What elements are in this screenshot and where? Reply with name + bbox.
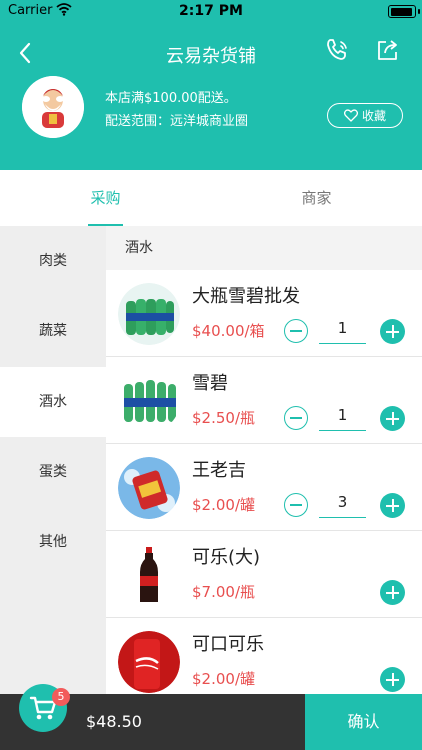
- shop-header: Carrier 2:17 PM 云易杂货铺 本店满$100.00配送。 配送范围…: [0, 0, 422, 170]
- page-title: 云易杂货铺: [166, 46, 256, 67]
- wanglaoji-can-icon: [118, 457, 180, 519]
- category-other[interactable]: 其他: [0, 507, 106, 577]
- product-image: [118, 457, 180, 519]
- product-image: [118, 370, 180, 432]
- increase-button[interactable]: [380, 319, 405, 344]
- product-list: 酒水 大瓶雪碧批发 $40.00/箱 1 雪碧 $2.50/瓶 1 王老吉 $2…: [106, 226, 422, 694]
- tab-purchase[interactable]: 采购: [0, 170, 211, 226]
- favorite-label: 收藏: [361, 109, 386, 123]
- shop-avatar: [22, 76, 84, 138]
- product-image: [118, 544, 180, 606]
- cola-bottle-icon: [118, 544, 180, 606]
- sprite-pack-icon: [118, 283, 180, 345]
- product-row: 王老吉 $2.00/罐 3: [106, 444, 422, 531]
- product-price: $40.00/箱: [192, 322, 265, 340]
- category-drinks[interactable]: 酒水: [0, 367, 106, 437]
- product-row: 可口可乐 $2.00/罐: [106, 618, 422, 694]
- cart-total: $48.50: [86, 712, 142, 731]
- delivery-range: 配送范围：远洋城商业圈: [105, 114, 249, 129]
- status-bar: Carrier 2:17 PM: [0, 0, 422, 22]
- product-name: 雪碧: [192, 373, 228, 394]
- product-row: 可乐(大) $7.00/瓶: [106, 531, 422, 618]
- status-time: 2:17 PM: [179, 3, 243, 19]
- delivery-minimum: 本店满$100.00配送。: [105, 91, 237, 106]
- phone-icon[interactable]: [324, 36, 352, 64]
- shop-mascot-icon: [22, 76, 84, 138]
- decrease-button[interactable]: [284, 406, 308, 430]
- product-name: 王老吉: [192, 460, 246, 481]
- increase-button[interactable]: [380, 667, 405, 692]
- confirm-button[interactable]: 确认: [305, 694, 422, 750]
- product-price: $7.00/瓶: [192, 583, 255, 601]
- quantity-field[interactable]: 3: [319, 488, 366, 518]
- tab-merchant[interactable]: 商家: [211, 170, 422, 226]
- category-eggs[interactable]: 蛋类: [0, 437, 106, 507]
- quantity-field[interactable]: 1: [319, 401, 366, 431]
- tab-bar: 采购 商家: [0, 170, 422, 226]
- increase-button[interactable]: [380, 580, 405, 605]
- cart-count-badge: 5: [52, 688, 70, 706]
- heart-icon: [343, 109, 358, 122]
- increase-button[interactable]: [380, 406, 405, 431]
- section-title: 酒水: [106, 226, 422, 270]
- decrease-button[interactable]: [284, 319, 308, 343]
- battery-icon: [388, 5, 420, 18]
- favorite-button[interactable]: 收藏: [327, 103, 403, 128]
- coca-cola-can-icon: [118, 631, 180, 693]
- product-name: 可口可乐: [192, 634, 264, 655]
- category-sidebar: 肉类 蔬菜 酒水 蛋类 其他: [0, 226, 106, 694]
- share-icon[interactable]: [374, 36, 402, 64]
- category-vegetables[interactable]: 蔬菜: [0, 296, 106, 366]
- product-row: 雪碧 $2.50/瓶 1: [106, 357, 422, 444]
- category-meat[interactable]: 肉类: [0, 226, 106, 296]
- product-price: $2.50/瓶: [192, 409, 255, 427]
- product-row: 大瓶雪碧批发 $40.00/箱 1: [106, 270, 422, 357]
- product-price: $2.00/罐: [192, 670, 255, 688]
- decrease-button[interactable]: [284, 493, 308, 517]
- product-name: 大瓶雪碧批发: [192, 286, 300, 307]
- increase-button[interactable]: [380, 493, 405, 518]
- product-name: 可乐(大): [192, 547, 261, 568]
- product-image: [118, 283, 180, 345]
- sprite-bottles-icon: [118, 370, 180, 432]
- product-price: $2.00/罐: [192, 496, 255, 514]
- quantity-field[interactable]: 1: [319, 314, 366, 344]
- product-image: [118, 631, 180, 693]
